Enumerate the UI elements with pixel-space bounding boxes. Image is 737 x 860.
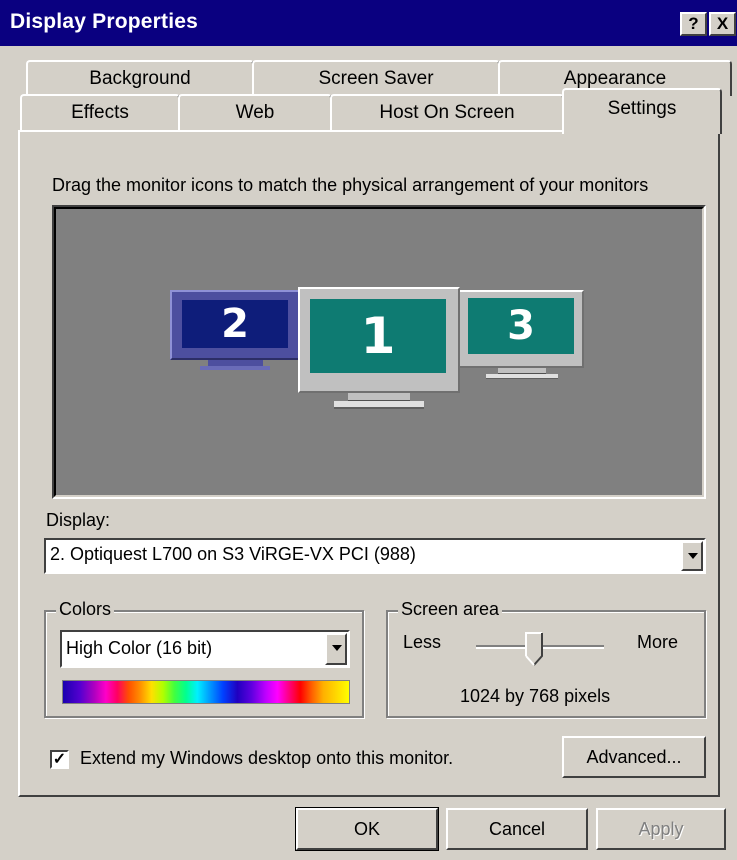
colors-group-title: Colors — [56, 599, 115, 620]
tab-web-label: Web — [235, 102, 275, 123]
advanced-button[interactable]: Advanced... — [562, 736, 706, 778]
extend-desktop-checkbox[interactable]: ✓ — [50, 750, 69, 769]
monitor-2-screen: 2 — [182, 300, 288, 348]
cancel-button-label: Cancel — [488, 819, 546, 839]
tab-effects-label: Effects — [71, 102, 129, 123]
extend-desktop-label[interactable]: Extend my Windows desktop onto this moni… — [80, 748, 453, 769]
tab-appearance-label: Appearance — [563, 68, 667, 89]
display-select[interactable]: 2. Optiquest L700 on S3 ViRGE-VX PCI (98… — [44, 538, 706, 574]
title-bar[interactable]: Display Properties ? X — [0, 0, 737, 46]
tab-host-on-screen[interactable]: Host On Screen — [330, 94, 564, 132]
ok-button-label: OK — [353, 819, 380, 839]
tab-screen-saver[interactable]: Screen Saver — [252, 60, 500, 96]
ok-button[interactable]: OK — [295, 807, 439, 851]
screen-area-group-title: Screen area — [398, 599, 503, 620]
arrangement-hint: Drag the monitor icons to match the phys… — [52, 175, 649, 195]
tab-background-label: Background — [89, 68, 191, 89]
monitor-3-icon[interactable]: 3 — [458, 290, 584, 379]
monitor-2-number: 2 — [221, 301, 249, 347]
tab-host-on-screen-label: Host On Screen — [379, 102, 515, 123]
colors-dropdown-arrow-icon[interactable] — [325, 633, 347, 665]
monitor-1-icon[interactable]: 1 — [298, 287, 460, 415]
tab-effects[interactable]: Effects — [20, 94, 180, 132]
cancel-button[interactable]: Cancel — [446, 808, 588, 850]
colors-select[interactable]: High Color (16 bit) — [60, 630, 350, 668]
monitor-1-screen: 1 — [310, 299, 446, 373]
screen-area-less-label: Less — [403, 632, 442, 652]
display-properties-window: Display Properties ? X Background Screen… — [0, 0, 737, 860]
tab-background[interactable]: Background — [26, 60, 254, 96]
colors-select-value: High Color (16 bit) — [66, 638, 213, 658]
tab-settings[interactable]: Settings — [562, 88, 722, 134]
monitor-3-number: 3 — [507, 303, 535, 349]
apply-button-label: Apply — [638, 819, 684, 839]
display-select-value: 2. Optiquest L700 on S3 ViRGE-VX PCI (98… — [50, 544, 416, 564]
advanced-button-label: Advanced... — [586, 747, 682, 767]
tab-web[interactable]: Web — [178, 94, 332, 132]
screen-area-more-label: More — [637, 632, 679, 652]
help-button[interactable]: ? — [680, 12, 707, 36]
tab-settings-label: Settings — [607, 98, 677, 119]
color-palette-preview — [62, 680, 350, 704]
tab-screen-saver-label: Screen Saver — [318, 68, 434, 89]
display-label: Display: — [46, 510, 111, 530]
screen-resolution-text: 1024 by 768 pixels — [460, 686, 611, 706]
monitor-1-number: 1 — [360, 307, 396, 365]
screen-area-slider-thumb[interactable] — [524, 632, 543, 666]
apply-button[interactable]: Apply — [596, 808, 726, 850]
window-title: Display Properties — [10, 10, 199, 33]
close-button[interactable]: X — [709, 12, 736, 36]
display-dropdown-arrow-icon[interactable] — [681, 541, 703, 571]
monitor-3-screen: 3 — [468, 298, 574, 354]
monitor-2-icon[interactable]: 2 — [170, 290, 300, 370]
